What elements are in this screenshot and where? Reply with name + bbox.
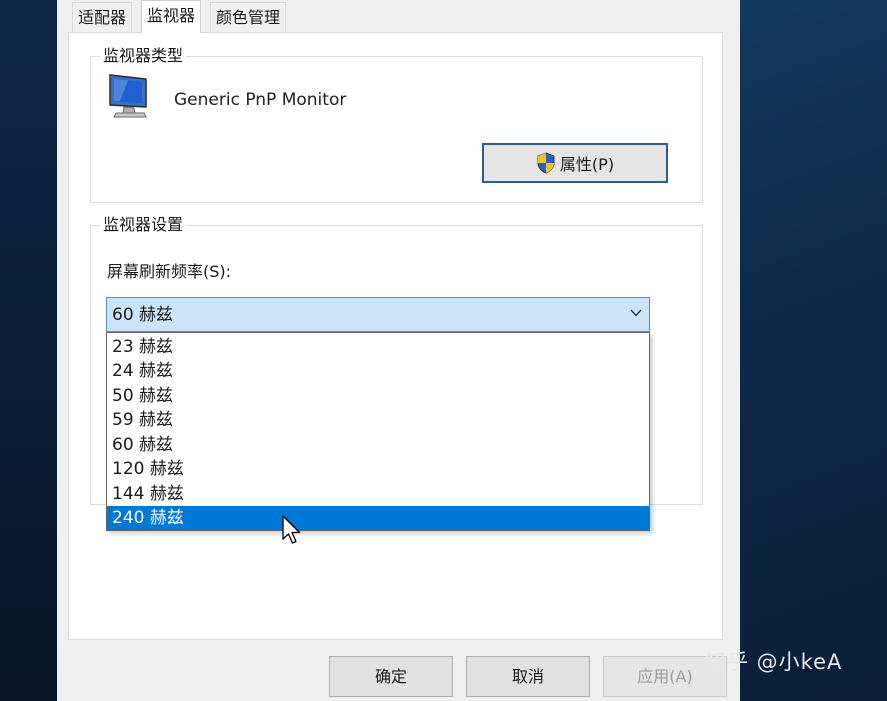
monitor-name: Generic PnP Monitor xyxy=(174,90,347,110)
desktop-background-left xyxy=(0,0,57,701)
monitor-type-group-title: 监视器类型 xyxy=(100,46,187,66)
refresh-rate-selected-value: 60 赫兹 xyxy=(112,305,174,325)
ok-button[interactable]: 确定 xyxy=(329,656,453,697)
refresh-rate-dropdown-list: 23 赫兹 24 赫兹 50 赫兹 59 赫兹 60 赫兹 120 赫兹 144… xyxy=(106,332,650,531)
zhihu-watermark: 知乎 @小keA xyxy=(705,650,843,674)
refresh-option-144[interactable]: 144 赫兹 xyxy=(107,482,649,506)
cancel-button[interactable]: 取消 xyxy=(466,656,590,697)
monitor-settings-group-title: 监视器设置 xyxy=(100,215,187,235)
desktop-background-right xyxy=(740,0,887,701)
refresh-option-24[interactable]: 24 赫兹 xyxy=(107,359,649,383)
uac-shield-icon xyxy=(537,152,555,174)
refresh-option-60[interactable]: 60 赫兹 xyxy=(107,433,649,457)
tab-adapter[interactable]: 适配器 xyxy=(72,2,133,32)
monitor-icon xyxy=(109,74,147,118)
refresh-rate-label: 屏幕刷新频率(S): xyxy=(107,262,232,281)
refresh-rate-combobox[interactable]: 60 赫兹 xyxy=(106,297,650,332)
refresh-option-23[interactable]: 23 赫兹 xyxy=(107,335,649,359)
chevron-down-icon xyxy=(630,309,642,317)
refresh-option-240[interactable]: 240 赫兹 xyxy=(107,506,649,530)
tab-monitor[interactable]: 监视器 xyxy=(141,0,202,33)
refresh-option-120[interactable]: 120 赫兹 xyxy=(107,457,649,481)
properties-button[interactable]: 属性(P) xyxy=(482,143,668,183)
refresh-option-59[interactable]: 59 赫兹 xyxy=(107,408,649,432)
tab-color-management[interactable]: 颜色管理 xyxy=(210,2,287,32)
properties-button-label: 属性(P) xyxy=(559,155,615,174)
mouse-pointer-icon xyxy=(282,515,301,544)
refresh-option-50[interactable]: 50 赫兹 xyxy=(107,384,649,408)
